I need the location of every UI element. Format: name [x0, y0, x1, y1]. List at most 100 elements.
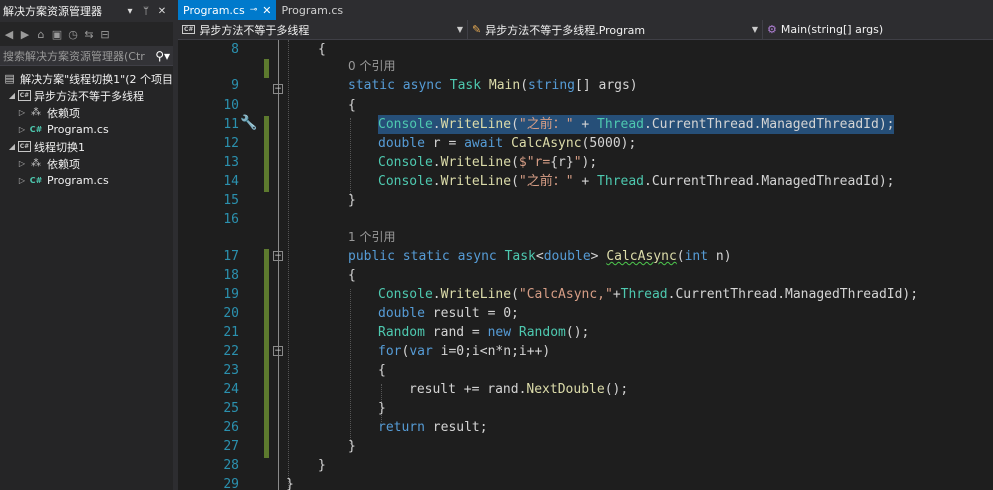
code-text: Random rand = new Random();	[378, 325, 590, 340]
code-line: 27}	[178, 437, 993, 456]
collapse-arrow-icon[interactable]: ▷	[16, 176, 28, 185]
code-lens-references[interactable]: 1 个引用	[348, 228, 395, 247]
collapse-all-icon[interactable]: ⊟	[98, 27, 112, 41]
collapse-arrow-icon[interactable]: ▷	[16, 108, 28, 117]
code-line: 12 double r = await CalcAsync(5000);	[178, 134, 993, 153]
collapse-arrow-icon[interactable]: ▷	[16, 159, 28, 168]
tree-node-label: Program.cs	[47, 123, 109, 136]
code-text: }	[348, 193, 356, 208]
line-number: 14	[223, 174, 239, 189]
solution-explorer-search[interactable]: 搜索解决方案资源管理器(Ctr ⚲▾	[0, 46, 173, 66]
code-text: }	[286, 477, 294, 490]
tree-node-file[interactable]: ▷ C# Program.cs	[0, 121, 173, 138]
home-icon[interactable]: ⌂	[34, 27, 48, 41]
code-line: 0 个引用	[178, 57, 993, 76]
chevron-down-icon: ▼	[456, 25, 463, 34]
line-number: 12	[223, 136, 239, 151]
navigation-bar: C# 异步方法不等于多线程 ▼ ✎ 异步方法不等于多线程.Program ▼ ⚙…	[178, 20, 993, 40]
tree-node-solution[interactable]: ▤ 解决方案"线程切换1"(2 个项目	[0, 70, 173, 87]
solution-explorer-title: 解决方案资源管理器	[3, 5, 102, 18]
sync-icon[interactable]: ⇆	[82, 27, 96, 41]
code-text: {	[348, 268, 356, 283]
code-line: 21 Random rand = new Random();	[178, 323, 993, 342]
pin-icon[interactable]: ⊸	[250, 5, 258, 15]
line-number: 27	[223, 439, 239, 454]
code-area[interactable]: − − − 🔧 8{ 0 个引用 9 static async Task Main…	[178, 40, 993, 490]
line-number: 15	[223, 193, 239, 208]
code-line: 15}	[178, 191, 993, 210]
tree-node-project[interactable]: ◢ C# 异步方法不等于多线程	[0, 87, 173, 104]
dropdown-icon[interactable]: ▾	[122, 6, 138, 17]
solution-explorer-titlebar: 解决方案资源管理器 ▾ ᛘ ✕	[0, 0, 173, 22]
chevron-down-icon: ▼	[751, 25, 758, 34]
code-line: 17 public static async Task<double> CalcA…	[178, 247, 993, 266]
code-line: 22 for(var i=0;i<n*n;i++)	[178, 342, 993, 361]
code-text: double result = 0;	[378, 306, 519, 321]
code-text: Console.WriteLine("之前：" + Thread.Current…	[378, 115, 895, 134]
line-number: 21	[223, 325, 239, 340]
code-line: 16	[178, 210, 993, 229]
line-number: 18	[223, 268, 239, 283]
expand-arrow-icon[interactable]: ◢	[6, 142, 18, 151]
code-text: {	[348, 98, 356, 113]
document-tabs: Program.cs ⊸ ✕ Program.cs	[178, 0, 993, 20]
code-text: }	[348, 439, 356, 454]
pin-icon[interactable]: ᛘ	[138, 6, 154, 17]
expand-arrow-icon[interactable]: ◢	[6, 91, 18, 100]
tab-program-cs[interactable]: Program.cs	[276, 0, 348, 20]
solution-explorer: 解决方案资源管理器 ▾ ᛘ ✕ ◀ ▶ ⌂ ▣ ◷ ⇆ ⊟ 搜索解决方案资源管理…	[0, 0, 173, 490]
code-line: 25}	[178, 399, 993, 418]
class-dropdown[interactable]: ✎ 异步方法不等于多线程.Program ▼	[468, 20, 763, 39]
code-line: 1 个引用	[178, 228, 993, 247]
code-line: 23 {	[178, 361, 993, 380]
tab-label: Program.cs	[183, 3, 245, 17]
line-number: 16	[223, 212, 239, 227]
tree-node-label: 线程切换1	[34, 140, 85, 154]
tree-node-dependencies[interactable]: ▷ ⁂ 依赖项	[0, 104, 173, 121]
solution-tree: ▤ 解决方案"线程切换1"(2 个项目 ◢ C# 异步方法不等于多线程 ▷ ⁂ …	[0, 70, 173, 189]
member-dropdown[interactable]: ⚙ Main(string[] args)	[763, 20, 993, 39]
tree-node-project[interactable]: ◢ C# 线程切换1	[0, 138, 173, 155]
search-input[interactable]: 搜索解决方案资源管理器(Ctr	[3, 48, 155, 64]
code-line: 24 result += rand.NextDouble();	[178, 380, 993, 399]
dependencies-icon: ⁂	[31, 107, 41, 118]
csharp-project-icon: C#	[182, 25, 196, 34]
tree-node-label: 依赖项	[47, 106, 80, 120]
close-icon[interactable]: ✕	[154, 6, 170, 17]
line-number: 28	[223, 458, 239, 473]
code-text: static async Task Main(string[] args)	[348, 78, 638, 93]
code-lens-references[interactable]: 0 个引用	[348, 57, 395, 76]
tab-program-cs-active[interactable]: Program.cs ⊸ ✕	[178, 0, 277, 20]
code-text: {	[378, 363, 386, 378]
project-dropdown[interactable]: C# 异步方法不等于多线程 ▼	[178, 20, 468, 39]
history-icon[interactable]: ◷	[66, 27, 80, 41]
code-text: }	[318, 458, 326, 473]
close-tab-icon[interactable]: ✕	[262, 4, 271, 17]
search-icon[interactable]: ⚲▾	[155, 49, 170, 63]
code-text: Console.WriteLine($"r={r}");	[378, 155, 598, 170]
switch-views-icon[interactable]: ▣	[50, 27, 64, 41]
csharp-file-icon: C#	[29, 125, 43, 134]
tab-label: Program.cs	[281, 3, 344, 17]
code-line-selected: 11 Console.WriteLine("之前：" + Thread.Curre…	[178, 115, 993, 134]
csharp-file-icon: C#	[29, 176, 43, 185]
solution-explorer-toolbar: ◀ ▶ ⌂ ▣ ◷ ⇆ ⊟	[0, 22, 173, 46]
solution-icon: ▤	[4, 72, 15, 85]
forward-icon[interactable]: ▶	[18, 27, 32, 41]
code-text: public static async Task<double> CalcAsy…	[348, 249, 732, 264]
tree-node-label: 异步方法不等于多线程	[34, 89, 144, 103]
tree-node-label: Program.cs	[47, 174, 109, 187]
project-dropdown-value: 异步方法不等于多线程	[199, 23, 310, 37]
back-icon[interactable]: ◀	[2, 27, 16, 41]
tree-node-dependencies[interactable]: ▷ ⁂ 依赖项	[0, 155, 173, 172]
collapse-arrow-icon[interactable]: ▷	[16, 125, 28, 134]
code-text: double r = await CalcAsync(5000);	[378, 136, 637, 151]
code-line: 10 {	[178, 96, 993, 115]
line-number: 23	[223, 363, 239, 378]
tree-node-label: 解决方案"线程切换1"(2 个项目	[20, 72, 173, 86]
tree-node-file[interactable]: ▷ C# Program.cs	[0, 172, 173, 189]
code-text: }	[378, 401, 386, 416]
line-number: 13	[223, 155, 239, 170]
line-number: 19	[223, 287, 239, 302]
csharp-project-icon: C#	[18, 141, 31, 152]
